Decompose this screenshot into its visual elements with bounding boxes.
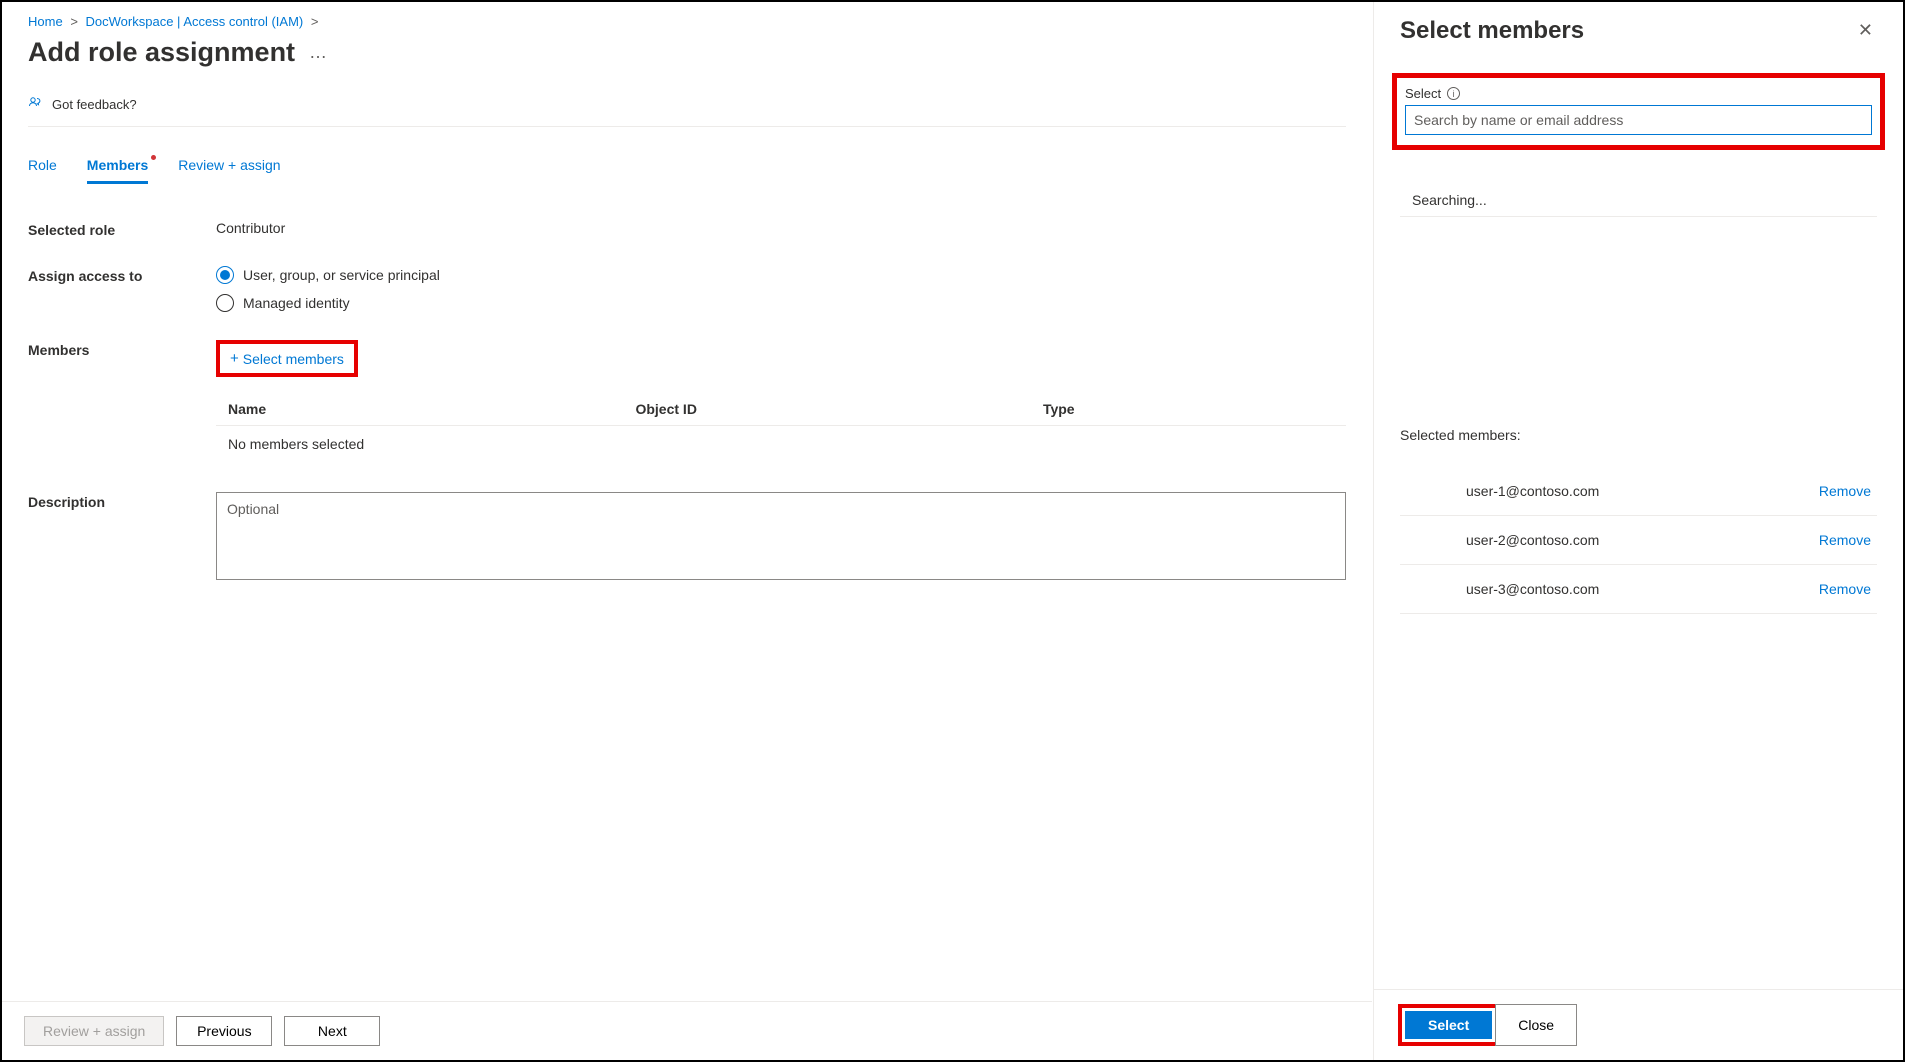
page-title: Add role assignment — [28, 37, 295, 68]
radio-checked-icon — [216, 266, 234, 284]
select-label: Select — [1405, 86, 1441, 101]
radio-user-group-sp[interactable]: User, group, or service principal — [216, 266, 440, 284]
selected-members-heading: Selected members: — [1400, 427, 1877, 443]
searching-status: Searching... — [1400, 184, 1877, 217]
selected-role-label: Selected role — [28, 220, 216, 238]
radio-managed-identity[interactable]: Managed identity — [216, 294, 440, 312]
feedback-icon — [28, 96, 44, 112]
selected-member-row: user-1@contoso.com Remove — [1400, 467, 1877, 516]
highlight-search: Select i — [1392, 73, 1885, 150]
col-name: Name — [228, 401, 635, 417]
remove-member-link[interactable]: Remove — [1819, 483, 1871, 499]
radio-user-label: User, group, or service principal — [243, 267, 440, 283]
tab-indicator-dot — [151, 155, 156, 160]
close-button[interactable]: Close — [1495, 1004, 1577, 1046]
remove-member-link[interactable]: Remove — [1819, 532, 1871, 548]
plus-icon: + — [230, 350, 239, 367]
tabs: Role Members Review + assign — [28, 157, 1346, 184]
remove-member-link[interactable]: Remove — [1819, 581, 1871, 597]
highlight-select-button: Select — [1398, 1004, 1499, 1046]
members-label: Members — [28, 340, 216, 358]
selected-member-row: user-3@contoso.com Remove — [1400, 565, 1877, 614]
panel-footer: Select Close — [1374, 989, 1903, 1060]
selected-role-value: Contributor — [216, 220, 1346, 236]
feedback-link[interactable]: Got feedback? — [28, 96, 1346, 127]
col-type: Type — [1043, 401, 1334, 417]
close-icon[interactable]: ✕ — [1854, 16, 1877, 45]
breadcrumb-workspace[interactable]: DocWorkspace | Access control (IAM) — [86, 14, 304, 29]
selected-member-row: user-2@contoso.com Remove — [1400, 516, 1877, 565]
description-label: Description — [28, 492, 216, 580]
member-email: user-1@contoso.com — [1406, 483, 1599, 499]
feedback-label: Got feedback? — [52, 97, 137, 112]
more-actions-button[interactable]: … — [309, 42, 328, 63]
info-icon[interactable]: i — [1447, 87, 1460, 100]
panel-title: Select members — [1400, 17, 1584, 45]
breadcrumb-home[interactable]: Home — [28, 14, 63, 29]
tab-role[interactable]: Role — [28, 157, 57, 184]
description-input[interactable] — [216, 492, 1346, 580]
previous-button[interactable]: Previous — [176, 1016, 272, 1046]
review-assign-button[interactable]: Review + assign — [24, 1016, 164, 1046]
tab-members-label: Members — [87, 157, 148, 173]
members-table-header: Name Object ID Type — [216, 393, 1346, 426]
chevron-right-icon: > — [70, 14, 78, 29]
member-email: user-2@contoso.com — [1406, 532, 1599, 548]
select-members-panel: Select members ✕ Select i Searching... S… — [1373, 2, 1903, 1060]
tab-review-assign[interactable]: Review + assign — [178, 157, 280, 184]
search-input[interactable] — [1405, 105, 1872, 135]
highlight-select-members: + Select members — [216, 340, 358, 377]
assign-access-label: Assign access to — [28, 266, 216, 284]
chevron-right-icon: > — [311, 14, 319, 29]
member-email: user-3@contoso.com — [1406, 581, 1599, 597]
breadcrumb: Home > DocWorkspace | Access control (IA… — [28, 14, 1346, 29]
footer-bar: Review + assign Previous Next — [2, 1001, 1372, 1060]
members-table-empty: No members selected — [216, 426, 1346, 462]
col-object-id: Object ID — [635, 401, 1042, 417]
radio-managed-label: Managed identity — [243, 295, 350, 311]
select-members-text: Select members — [243, 351, 344, 367]
select-members-link[interactable]: + Select members — [220, 344, 354, 373]
tab-members[interactable]: Members — [87, 157, 148, 184]
next-button[interactable]: Next — [284, 1016, 380, 1046]
radio-unchecked-icon — [216, 294, 234, 312]
select-button[interactable]: Select — [1405, 1011, 1492, 1039]
